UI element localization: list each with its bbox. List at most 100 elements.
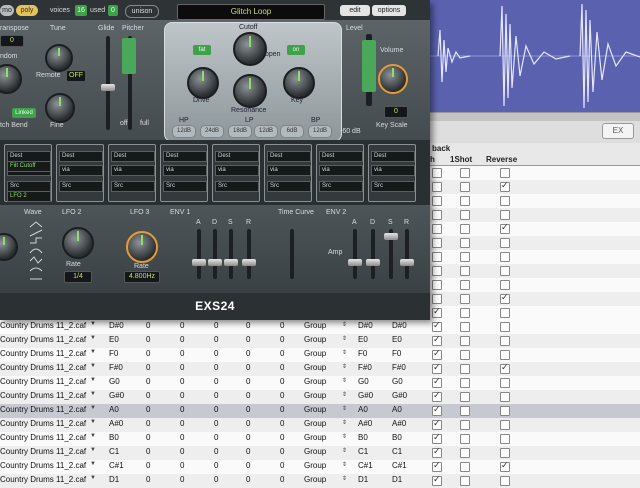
env1-slider-track[interactable] (197, 229, 201, 279)
table-row[interactable]: Country Drums 11_2.caf A0 0 0 0 0 0 Group A0 A0 ▼ ⇕ (0, 404, 640, 418)
table-row[interactable]: Country Drums 11_2.caf D1 0 0 0 0 0 Group D1 D1 ▼ ⇕ (0, 474, 640, 488)
group-menu-arrow[interactable]: ⇕ (342, 391, 347, 398)
mod-via-menu[interactable]: via (215, 165, 259, 176)
group-menu-arrow[interactable]: ⇕ (342, 447, 347, 454)
row-checkbox[interactable] (432, 266, 442, 276)
cutoff-knob[interactable] (233, 32, 267, 66)
lfo3-rate-value[interactable]: 4.800Hz (124, 271, 160, 283)
group-menu-arrow[interactable]: ⇕ (342, 405, 347, 412)
row-checkbox[interactable] (460, 238, 470, 248)
row-checkbox[interactable] (500, 196, 510, 206)
env1-slider-track[interactable] (213, 229, 217, 279)
mod-src-menu[interactable]: Src (215, 181, 259, 192)
mod-slot[interactable]: Dest via Src (368, 144, 416, 202)
fine-knob[interactable] (45, 93, 75, 123)
lfo-wave-selector[interactable] (28, 221, 44, 283)
mod-src-menu[interactable]: Src (267, 181, 311, 192)
row-checkbox[interactable] (460, 406, 470, 416)
env2-slider-track[interactable] (353, 229, 357, 279)
mod-slot[interactable]: DestviaSrcFilt CutoffLFO 2 (4, 144, 52, 202)
row-checkbox[interactable] (432, 320, 442, 332)
mod-first-dest[interactable]: Filt Cutoff (7, 161, 51, 172)
group-menu-arrow[interactable]: ⇕ (342, 419, 347, 426)
sample-menu-arrow[interactable]: ▼ (90, 321, 96, 327)
row-checkbox[interactable] (500, 292, 510, 304)
options-button[interactable]: options (372, 5, 406, 16)
sample-menu-arrow[interactable]: ▼ (90, 475, 96, 481)
env2-slider-track[interactable] (371, 229, 375, 279)
row-checkbox[interactable] (460, 210, 470, 220)
row-checkbox[interactable] (460, 448, 470, 458)
row-checkbox[interactable] (500, 266, 510, 276)
sample-menu-arrow[interactable]: ▼ (90, 447, 96, 453)
mod-dest-menu[interactable]: Dest (111, 151, 155, 162)
row-checkbox[interactable] (500, 350, 510, 360)
row-checkbox[interactable] (500, 460, 510, 472)
mod-via-menu[interactable]: via (111, 165, 155, 176)
row-checkbox[interactable] (500, 222, 510, 234)
group-menu-arrow[interactable]: ⇕ (342, 363, 347, 370)
env2-slider-handle[interactable] (348, 259, 362, 266)
row-checkbox[interactable] (500, 392, 510, 402)
row-checkbox[interactable] (432, 404, 442, 416)
filter-fat-button[interactable]: fat (193, 45, 211, 55)
filter-mode-button[interactable]: 12dB (254, 125, 278, 138)
column-header-1shot[interactable]: 1Shot (450, 155, 472, 164)
table-row[interactable]: Country Drums 11_2.caf G#0 0 0 0 0 0 Group G#0 G#… (0, 390, 640, 404)
env1-slider-track[interactable] (247, 229, 251, 279)
mod-dest-menu[interactable]: Dest (59, 151, 103, 162)
row-checkbox[interactable] (500, 308, 510, 318)
group-menu-arrow[interactable]: ⇕ (342, 377, 347, 384)
mod-dest-menu[interactable]: Dest (215, 151, 259, 162)
column-header-reverse[interactable]: Reverse (486, 155, 517, 164)
group-menu-arrow[interactable]: ⇕ (342, 433, 347, 440)
mod-first-src[interactable]: LFO 2 (7, 191, 51, 202)
table-row[interactable]: Country Drums 11_2.caf C#1 0 0 0 0 0 Group C#1 C#… (0, 460, 640, 474)
transpose-value[interactable]: 0 (0, 35, 24, 47)
level-slider-fill[interactable] (362, 40, 376, 92)
row-checkbox[interactable] (460, 336, 470, 346)
pitcher-range-bar[interactable] (122, 38, 136, 74)
poly-mode-button[interactable]: poly (16, 5, 38, 16)
row-checkbox[interactable] (500, 322, 510, 332)
linked-button[interactable]: Linked (12, 108, 36, 118)
row-checkbox[interactable] (500, 280, 510, 290)
table-row[interactable]: Country Drums 11_2.caf B0 0 0 0 0 0 Group B0 B0 ▼ ⇕ (0, 432, 640, 446)
row-checkbox[interactable] (432, 362, 442, 374)
env2-slider-handle[interactable] (400, 259, 414, 266)
table-row[interactable]: Country Drums 11_2.caf A#0 0 0 0 0 0 Group A#0 A#… (0, 418, 640, 432)
row-checkbox[interactable] (460, 378, 470, 388)
row-checkbox[interactable] (500, 378, 510, 388)
row-checkbox[interactable] (500, 448, 510, 458)
key-knob[interactable] (283, 67, 315, 99)
row-checkbox[interactable] (432, 390, 442, 402)
row-checkbox[interactable] (432, 348, 442, 360)
mod-slot[interactable]: Dest via Src (108, 144, 156, 202)
mod-slot[interactable]: Dest via Src (212, 144, 260, 202)
row-checkbox[interactable] (460, 168, 470, 178)
sample-menu-arrow[interactable]: ▼ (90, 461, 96, 467)
filter-mode-button[interactable]: 12dB (308, 125, 332, 138)
env2-slider-track[interactable] (405, 229, 409, 279)
remote-value[interactable]: OFF (66, 70, 86, 82)
table-row[interactable]: Country Drums 11_2.caf E0 0 0 0 0 0 Group E0 E0 ▼ ⇕ (0, 334, 640, 348)
row-checkbox[interactable] (460, 434, 470, 444)
row-checkbox[interactable] (500, 476, 510, 486)
row-checkbox[interactable] (432, 210, 442, 220)
mod-via-menu[interactable]: via (371, 165, 415, 176)
row-checkbox[interactable] (432, 418, 442, 430)
table-row[interactable]: Country Drums 11_2.caf C1 0 0 0 0 0 Group C1 C1 ▼ ⇕ (0, 446, 640, 460)
drive-knob[interactable] (187, 67, 219, 99)
row-checkbox[interactable] (500, 420, 510, 430)
row-checkbox[interactable] (432, 182, 442, 192)
env1-slider-handle[interactable] (208, 259, 222, 266)
filter-mode-button[interactable]: 18dB (228, 125, 252, 138)
row-checkbox[interactable] (432, 238, 442, 248)
row-checkbox[interactable] (460, 322, 470, 332)
volume-knob[interactable] (378, 64, 408, 94)
row-checkbox[interactable] (432, 474, 442, 486)
env1-slider-handle[interactable] (192, 259, 206, 266)
group-menu-arrow[interactable]: ⇕ (342, 349, 347, 356)
group-menu-arrow[interactable]: ⇕ (342, 461, 347, 468)
row-checkbox[interactable] (432, 446, 442, 458)
